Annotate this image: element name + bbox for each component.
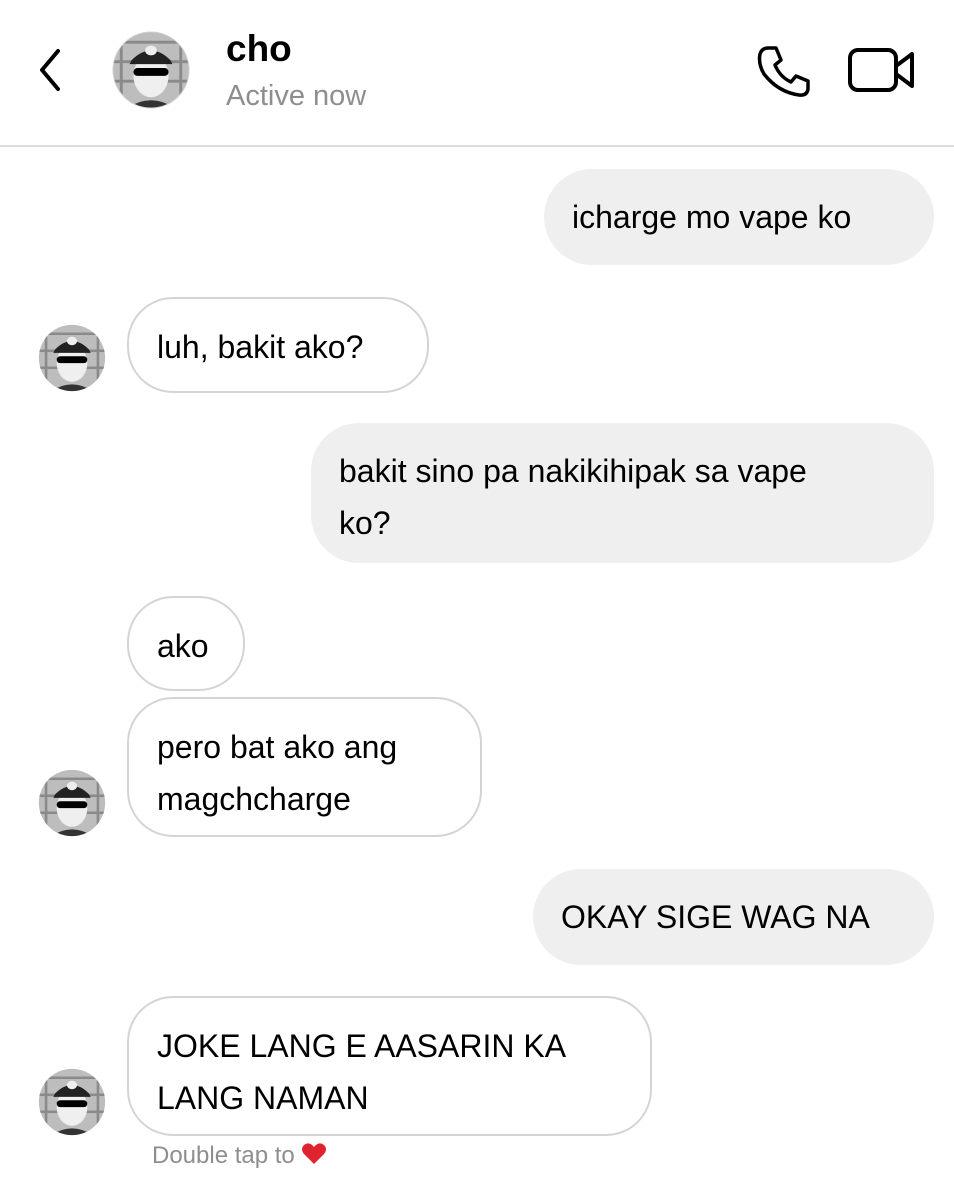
incoming-message[interactable]: pero bat ako ang magchcharge <box>127 697 482 837</box>
sender-avatar[interactable] <box>38 324 106 392</box>
contact-avatar[interactable] <box>112 31 190 109</box>
outgoing-message[interactable]: icharge mo vape ko <box>544 169 934 265</box>
incoming-message[interactable]: JOKE LANG E AASARIN KA LANG NAMAN <box>127 996 652 1136</box>
incoming-message[interactable]: luh, bakit ako? <box>127 297 429 393</box>
call-button[interactable] <box>752 42 814 100</box>
video-call-button[interactable] <box>846 44 918 96</box>
hint-label: Double tap to <box>152 1142 295 1169</box>
incoming-message[interactable]: ako <box>127 596 245 691</box>
outgoing-message[interactable]: bakit sino pa nakikihipak sa vape ko? <box>311 423 934 563</box>
heart-icon <box>301 1142 327 1173</box>
sender-avatar[interactable] <box>38 769 106 837</box>
sender-avatar[interactable] <box>38 1068 106 1136</box>
video-camera-icon <box>848 48 914 92</box>
double-tap-hint: Double tap to <box>152 1142 327 1173</box>
chat-header: cho Active now <box>0 0 954 147</box>
outgoing-message[interactable]: OKAY SIGE WAG NA <box>533 869 934 965</box>
active-status: Active now <box>226 80 367 112</box>
contact-name[interactable]: cho <box>226 28 292 70</box>
phone-icon <box>757 46 810 97</box>
back-button[interactable] <box>30 45 70 95</box>
chevron-left-icon <box>40 49 60 91</box>
